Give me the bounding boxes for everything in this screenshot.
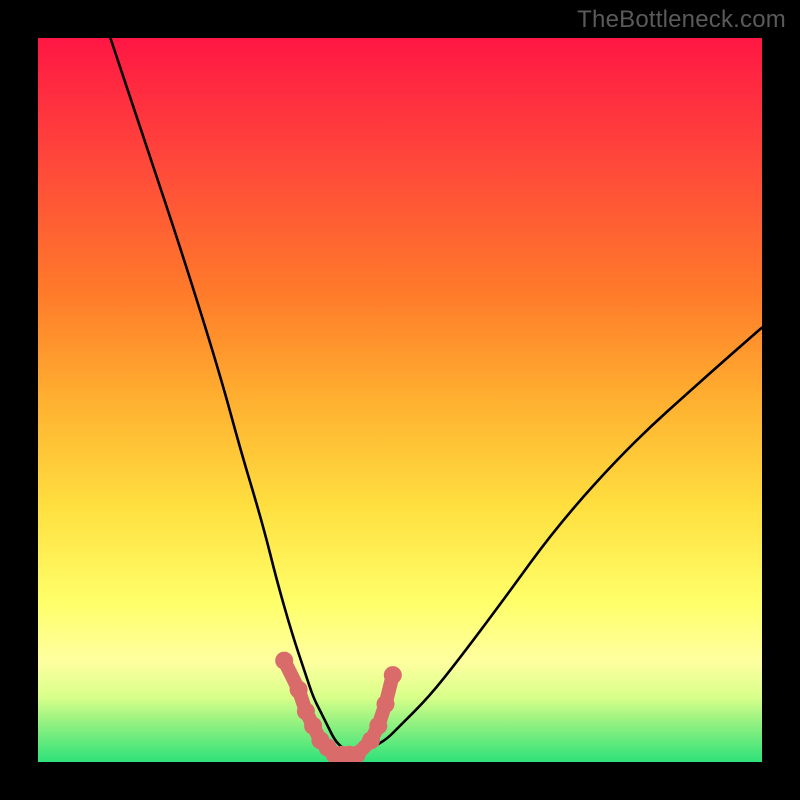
marker-dot (377, 695, 395, 713)
marker-dot (384, 666, 402, 684)
watermark-text: TheBottleneck.com (577, 6, 786, 34)
marker-dot (369, 717, 387, 735)
curve-layer (38, 38, 762, 762)
marker-dot (290, 681, 308, 699)
chart-frame: TheBottleneck.com (0, 0, 800, 800)
plot-area (38, 38, 762, 762)
bottleneck-curve (110, 38, 762, 755)
marker-dot (275, 652, 293, 670)
